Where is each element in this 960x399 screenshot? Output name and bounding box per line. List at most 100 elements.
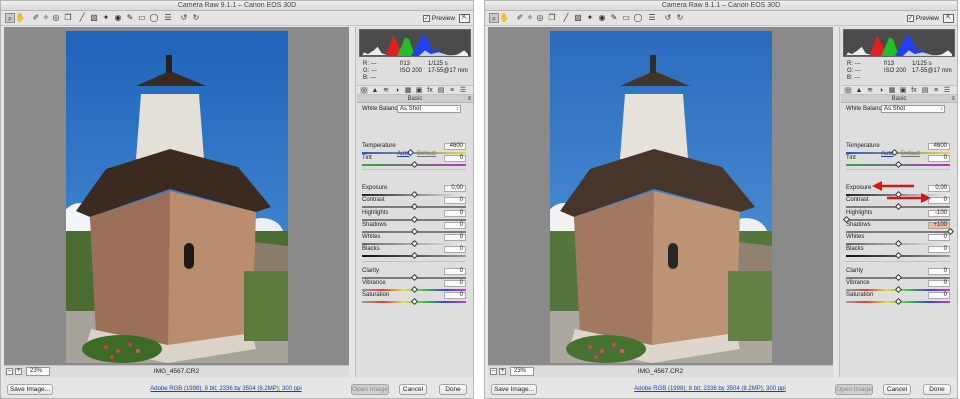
contrast-value-field[interactable]: 0 xyxy=(928,197,950,204)
fullscreen-button[interactable]: ⇱ xyxy=(459,14,470,23)
whites-value-field[interactable]: 0 xyxy=(444,234,466,241)
shadows-value-field[interactable]: 0 xyxy=(444,222,466,229)
straighten-icon[interactable]: ╱ xyxy=(561,13,571,23)
red-eye-icon[interactable]: ◉ xyxy=(113,13,123,23)
workflow-options-link[interactable]: Adobe RGB (1998); 8 bit; 2336 by 3504 (8… xyxy=(121,386,331,392)
saturation-value-field[interactable]: 0 xyxy=(928,292,950,299)
tone-curve-tab-icon[interactable]: ▲ xyxy=(855,87,863,95)
adjustment-brush-icon[interactable]: ✎ xyxy=(609,13,619,23)
tint-thumb[interactable] xyxy=(410,160,419,169)
graduated-filter-icon[interactable]: ▭ xyxy=(137,13,147,23)
panel-menu-icon[interactable]: ≡ xyxy=(951,95,955,103)
lens-corrections-tab-icon[interactable]: ▣ xyxy=(899,87,907,95)
zoom-icon[interactable]: ⌕ xyxy=(5,13,15,23)
color-sampler-icon[interactable]: ✧ xyxy=(525,13,535,23)
saturation-value-field[interactable]: 0 xyxy=(444,292,466,299)
transform-icon[interactable]: ▧ xyxy=(573,13,583,23)
preferences-icon[interactable]: ☰ xyxy=(647,13,657,23)
vibrance-value-field[interactable]: 0 xyxy=(444,280,466,287)
image-canvas[interactable] xyxy=(488,27,833,365)
save-image-button[interactable]: Save Image... xyxy=(7,384,53,395)
blacks-thumb[interactable] xyxy=(894,251,903,260)
detail-tab-icon[interactable]: ≋ xyxy=(866,87,874,95)
white-balance-icon[interactable]: ✐ xyxy=(31,13,41,23)
preview-checkbox[interactable]: ✓ Preview xyxy=(422,14,455,23)
rotate-left-icon[interactable]: ↺ xyxy=(179,13,189,23)
effects-tab-icon[interactable]: fx xyxy=(910,87,918,95)
red-eye-icon[interactable]: ◉ xyxy=(597,13,607,23)
hand-icon[interactable]: ✋ xyxy=(499,13,509,23)
clarity-value-field[interactable]: 0 xyxy=(928,268,950,275)
exposure-value-field[interactable]: 0,00 xyxy=(444,185,466,192)
contrast-thumb[interactable] xyxy=(894,202,903,211)
open-image-button[interactable]: Open Image xyxy=(835,384,873,395)
spot-removal-icon[interactable]: ✦ xyxy=(585,13,595,23)
temperature-value-field[interactable]: 4600 xyxy=(928,143,950,150)
shadows-value-field[interactable]: +100 xyxy=(928,222,950,229)
highlights-value-field[interactable]: 0 xyxy=(444,210,466,217)
preview-checkbox[interactable]: ✓ Preview xyxy=(906,14,939,23)
transform-icon[interactable]: ▧ xyxy=(89,13,99,23)
auto-link[interactable]: Auto xyxy=(397,151,409,157)
saturation-thumb[interactable] xyxy=(410,297,419,306)
blacks-value-field[interactable]: 0 xyxy=(928,246,950,253)
preferences-icon[interactable]: ☰ xyxy=(163,13,173,23)
fullscreen-button[interactable]: ⇱ xyxy=(943,14,954,23)
clarity-value-field[interactable]: 0 xyxy=(444,268,466,275)
auto-link[interactable]: Auto xyxy=(881,151,893,157)
effects-tab-icon[interactable]: fx xyxy=(426,87,434,95)
contrast-thumb[interactable] xyxy=(410,202,419,211)
camera-calibration-tab-icon[interactable]: ▤ xyxy=(921,87,929,95)
radial-filter-icon[interactable]: ◯ xyxy=(149,13,159,23)
open-image-button[interactable]: Open Image xyxy=(351,384,389,395)
color-sampler-icon[interactable]: ✧ xyxy=(41,13,51,23)
split-toning-tab-icon[interactable]: ▦ xyxy=(404,87,412,95)
camera-calibration-tab-icon[interactable]: ▤ xyxy=(437,87,445,95)
tint-value-field[interactable]: 0 xyxy=(444,155,466,162)
crop-icon[interactable]: ❐ xyxy=(547,13,557,23)
presets-tab-icon[interactable]: ≡ xyxy=(932,87,940,95)
image-canvas[interactable] xyxy=(4,27,349,365)
basic-tab-icon[interactable]: ◎ xyxy=(360,87,368,95)
tint-thumb[interactable] xyxy=(894,160,903,169)
target-adjustment-icon[interactable]: ◎ xyxy=(535,13,545,23)
hand-icon[interactable]: ✋ xyxy=(15,13,25,23)
rotate-right-icon[interactable]: ↻ xyxy=(675,13,685,23)
tone-curve-tab-icon[interactable]: ▲ xyxy=(371,87,379,95)
graduated-filter-icon[interactable]: ▭ xyxy=(621,13,631,23)
split-toning-tab-icon[interactable]: ▦ xyxy=(888,87,896,95)
highlights-track[interactable] xyxy=(846,219,950,221)
done-button[interactable]: Done xyxy=(439,384,467,395)
radial-filter-icon[interactable]: ◯ xyxy=(633,13,643,23)
highlights-value-field[interactable]: -100 xyxy=(928,210,950,217)
saturation-thumb[interactable] xyxy=(894,297,903,306)
contrast-value-field[interactable]: 0 xyxy=(444,197,466,204)
detail-tab-icon[interactable]: ≋ xyxy=(382,87,390,95)
spot-removal-icon[interactable]: ✦ xyxy=(101,13,111,23)
hsl-tab-icon[interactable]: ◑ xyxy=(393,87,401,95)
default-link[interactable]: Default xyxy=(901,151,920,157)
zoom-icon[interactable]: ⌕ xyxy=(489,13,499,23)
vibrance-value-field[interactable]: 0 xyxy=(928,280,950,287)
shadows-track[interactable] xyxy=(846,231,950,233)
exposure-value-field[interactable]: 0,00 xyxy=(928,185,950,192)
white-balance-select[interactable]: As Shot xyxy=(397,105,461,113)
adjustment-brush-icon[interactable]: ✎ xyxy=(125,13,135,23)
rotate-right-icon[interactable]: ↻ xyxy=(191,13,201,23)
cancel-button[interactable]: Cancel xyxy=(883,384,911,395)
lens-corrections-tab-icon[interactable]: ▣ xyxy=(415,87,423,95)
crop-icon[interactable]: ❐ xyxy=(63,13,73,23)
presets-tab-icon[interactable]: ≡ xyxy=(448,87,456,95)
whites-value-field[interactable]: 0 xyxy=(928,234,950,241)
target-adjustment-icon[interactable]: ◎ xyxy=(51,13,61,23)
panel-menu-icon[interactable]: ≡ xyxy=(467,95,471,103)
snapshots-tab-icon[interactable]: ☰ xyxy=(459,87,467,95)
blacks-thumb[interactable] xyxy=(410,251,419,260)
snapshots-tab-icon[interactable]: ☰ xyxy=(943,87,951,95)
rotate-left-icon[interactable]: ↺ xyxy=(663,13,673,23)
tint-value-field[interactable]: 0 xyxy=(928,155,950,162)
hsl-tab-icon[interactable]: ◑ xyxy=(877,87,885,95)
default-link[interactable]: Default xyxy=(417,151,436,157)
done-button[interactable]: Done xyxy=(923,384,951,395)
save-image-button[interactable]: Save Image... xyxy=(491,384,537,395)
